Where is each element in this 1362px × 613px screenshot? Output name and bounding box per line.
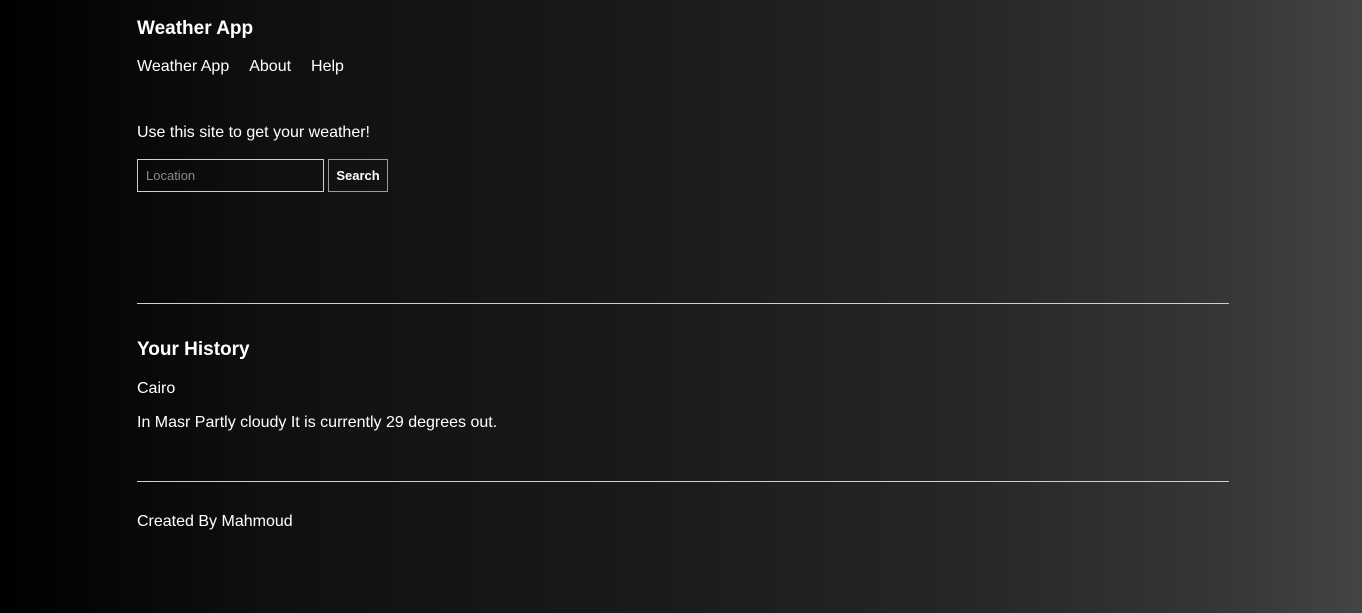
history-location: Cairo: [137, 380, 176, 397]
divider: [137, 303, 1229, 304]
search-form: Search: [137, 159, 388, 192]
history-title: Your History: [137, 339, 250, 360]
footer-credit: Created By Mahmoud: [137, 513, 293, 530]
nav-link-help[interactable]: Help: [311, 58, 344, 76]
nav-link-about[interactable]: About: [249, 58, 291, 76]
app-title: Weather App: [137, 18, 254, 39]
nav-link-weather-app[interactable]: Weather App: [137, 58, 229, 76]
history-forecast: In Masr Partly cloudy It is currently 29…: [137, 414, 498, 431]
footer-divider: [137, 481, 1229, 482]
search-button[interactable]: Search: [328, 159, 388, 192]
main-nav: Weather App About Help: [137, 58, 344, 76]
intro-text: Use this site to get your weather!: [137, 124, 370, 141]
location-input[interactable]: [137, 159, 324, 192]
